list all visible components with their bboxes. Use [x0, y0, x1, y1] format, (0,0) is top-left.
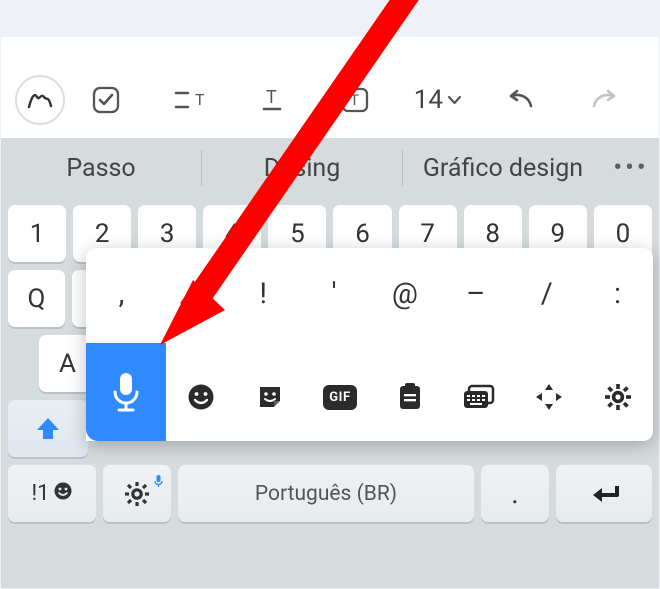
enter-icon: [587, 482, 621, 506]
font-size-selector[interactable]: 14: [396, 76, 479, 124]
chevron-down-icon: [447, 95, 462, 105]
app-toolbar: T T T 14: [1, 72, 659, 128]
shift-key[interactable]: [8, 400, 88, 457]
popup-symbol-row: , . ! ' @ – / :: [86, 264, 653, 324]
suggestion-item[interactable]: Desing: [202, 150, 403, 186]
popup-symbol-key[interactable]: –: [440, 277, 511, 311]
microphone-icon: [109, 370, 143, 414]
emoji-button[interactable]: [166, 382, 236, 412]
popup-tool-row: GIF: [86, 361, 653, 433]
popup-symbol-key[interactable]: !: [228, 277, 299, 311]
suggestion-item[interactable]: Gráfico design: [403, 154, 603, 183]
checkbox-tool-button[interactable]: [65, 76, 148, 124]
svg-text:T: T: [350, 91, 359, 109]
clipboard-icon: [396, 382, 424, 412]
keyboard-settings-key[interactable]: [103, 465, 171, 522]
text-align-button[interactable]: T: [148, 76, 231, 124]
svg-text:T: T: [195, 90, 205, 109]
gear-icon: [603, 382, 633, 412]
voice-input-button[interactable]: [86, 343, 166, 441]
mic-indicator-icon: [153, 469, 164, 494]
redo-button[interactable]: [562, 76, 645, 124]
keyboard-modes-button[interactable]: [444, 383, 514, 411]
font-size-value: 14: [414, 85, 443, 115]
brush-tool-button[interactable]: [15, 75, 65, 125]
sticker-icon: [255, 382, 285, 412]
clipboard-button[interactable]: [375, 382, 445, 412]
symbols-key-label: !1: [31, 481, 49, 506]
period-key[interactable]: .: [481, 465, 549, 522]
settings-button[interactable]: [583, 382, 653, 412]
smiley-icon: [186, 382, 216, 412]
smiley-icon: [53, 481, 73, 507]
app-toolbar-area: T T T 14: [1, 37, 659, 138]
sticker-button[interactable]: [236, 382, 306, 412]
symbols-key[interactable]: !1: [8, 465, 96, 522]
key-q[interactable]: Q: [8, 270, 65, 327]
popup-symbol-key[interactable]: ,: [86, 277, 157, 311]
popup-symbol-key[interactable]: @: [370, 277, 441, 311]
textbox-button[interactable]: T: [314, 76, 397, 124]
svg-text:T: T: [266, 87, 277, 108]
shift-arrow-icon: [34, 415, 62, 443]
gif-icon: GIF: [323, 385, 356, 410]
popup-symbol-key[interactable]: /: [511, 277, 582, 311]
bottom-row: !1 Português (BR) .: [8, 465, 652, 522]
gear-icon: [123, 480, 151, 508]
more-suggestions-button[interactable]: •••: [603, 153, 659, 183]
undo-button[interactable]: [479, 76, 562, 124]
popup-symbol-key[interactable]: .: [157, 277, 228, 311]
spacebar-key[interactable]: Português (BR): [178, 465, 474, 522]
gif-button[interactable]: GIF: [305, 385, 375, 410]
suggestion-item[interactable]: Passo: [1, 150, 202, 186]
popup-symbol-key[interactable]: ': [299, 277, 370, 311]
underline-button[interactable]: T: [231, 76, 314, 124]
popup-symbol-key[interactable]: :: [582, 277, 653, 311]
key-1[interactable]: 1: [8, 205, 66, 262]
move-icon: [534, 382, 564, 412]
keyboard-popup-panel: , . ! ' @ – / : GIF: [86, 248, 653, 441]
move-cursor-button[interactable]: [514, 382, 584, 412]
keyboard-stack-icon: [462, 383, 496, 411]
enter-key[interactable]: [556, 465, 652, 522]
suggestion-bar: Passo Desing Gráfico design •••: [1, 138, 659, 198]
